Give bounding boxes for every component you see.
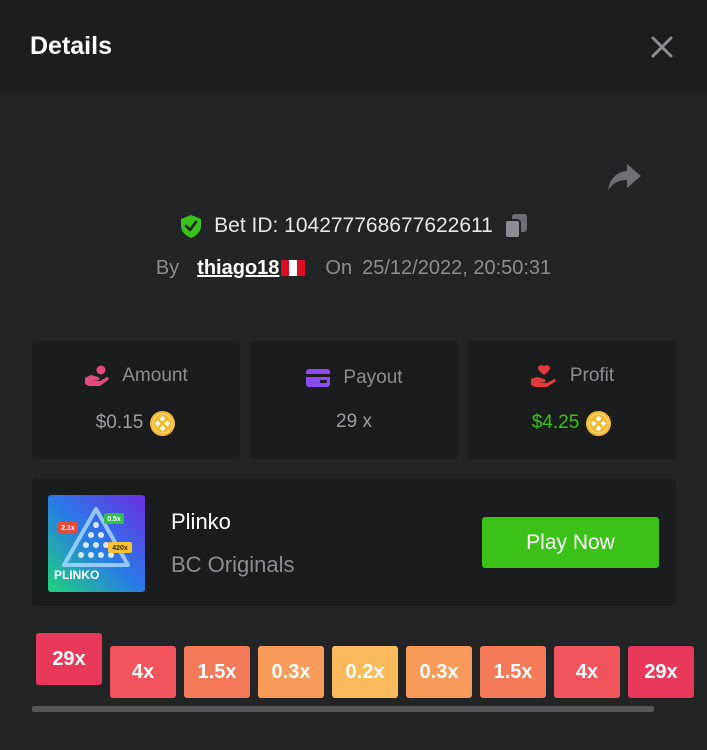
amount-card: Amount $0.15	[32, 341, 240, 459]
play-now-button[interactable]: Play Now	[482, 517, 659, 568]
page-title: Details	[30, 32, 112, 60]
close-button[interactable]	[647, 32, 677, 62]
horizontal-scrollbar[interactable]	[32, 706, 654, 712]
game-name: Plinko	[171, 509, 231, 534]
by-label: By	[155, 256, 180, 279]
multiplier-box: 0.2x	[332, 646, 398, 698]
profit-card: Profit $4.25	[468, 341, 676, 459]
shield-check-icon	[181, 215, 202, 238]
profit-value: $4.25	[531, 412, 580, 433]
stats-row: Amount $0.15 Payout 29 x Profit $4.25	[32, 341, 676, 459]
multiplier-row: 29x 4x 1.5x 0.3x 0.2x 0.3x 1.5x 4x 29x	[0, 630, 707, 700]
bet-id: Bet ID: 104277768677622611	[214, 214, 493, 237]
multiplier-box: 4x	[554, 646, 620, 698]
game-card: 2.1x 0.5x 420x PLINKO Plinko BC Original…	[32, 479, 676, 606]
amount-value: $0.15	[95, 412, 144, 433]
multiplier-box: 1.5x	[184, 646, 250, 698]
game-provider: BC Originals	[171, 552, 295, 577]
user-link[interactable]: thiago18	[197, 256, 306, 280]
bet-date: 25/12/2022, 20:50:31	[362, 256, 552, 279]
bet-meta-row: By thiago18 On 25/12/2022, 20:50:31	[0, 251, 707, 285]
payout-card: Payout 29 x	[250, 341, 458, 459]
multiplier-box: 29x	[628, 646, 694, 698]
bet-id-row: Bet ID: 104277768677622611	[0, 207, 707, 245]
thumb-badge-3: 420x	[112, 545, 128, 552]
multiplier-box: 0.3x	[258, 646, 324, 698]
payout-label: Payout	[343, 367, 403, 388]
multiplier-box: 4x	[110, 646, 176, 698]
thumb-badge-2: 0.5x	[107, 516, 121, 523]
thumb-badge-1: 2.1x	[61, 525, 75, 532]
username: thiago18	[197, 256, 280, 279]
bnb-coin-icon	[586, 410, 612, 436]
amount-label: Amount	[122, 364, 188, 386]
bnb-coin-icon	[150, 410, 176, 436]
game-thumbnail[interactable]: 2.1x 0.5x 420x PLINKO	[48, 495, 145, 592]
hand-coins-icon	[85, 365, 109, 386]
hand-heart-icon	[530, 364, 556, 387]
card-icon	[306, 369, 331, 387]
copy-icon[interactable]	[503, 212, 529, 240]
thumb-logo-text: PLINKO	[54, 568, 99, 582]
share-icon	[608, 164, 641, 190]
header: Details	[0, 0, 707, 93]
profit-label: Profit	[569, 364, 615, 386]
multiplier-box: 0.3x	[406, 646, 472, 698]
multiplier-box: 29x	[36, 633, 102, 685]
multiplier-box: 1.5x	[480, 646, 546, 698]
share-button[interactable]	[603, 158, 645, 198]
on-label: On	[325, 256, 353, 279]
close-icon	[651, 36, 673, 57]
peru-flag-icon	[281, 260, 306, 276]
payout-value: 29 x	[336, 411, 372, 432]
